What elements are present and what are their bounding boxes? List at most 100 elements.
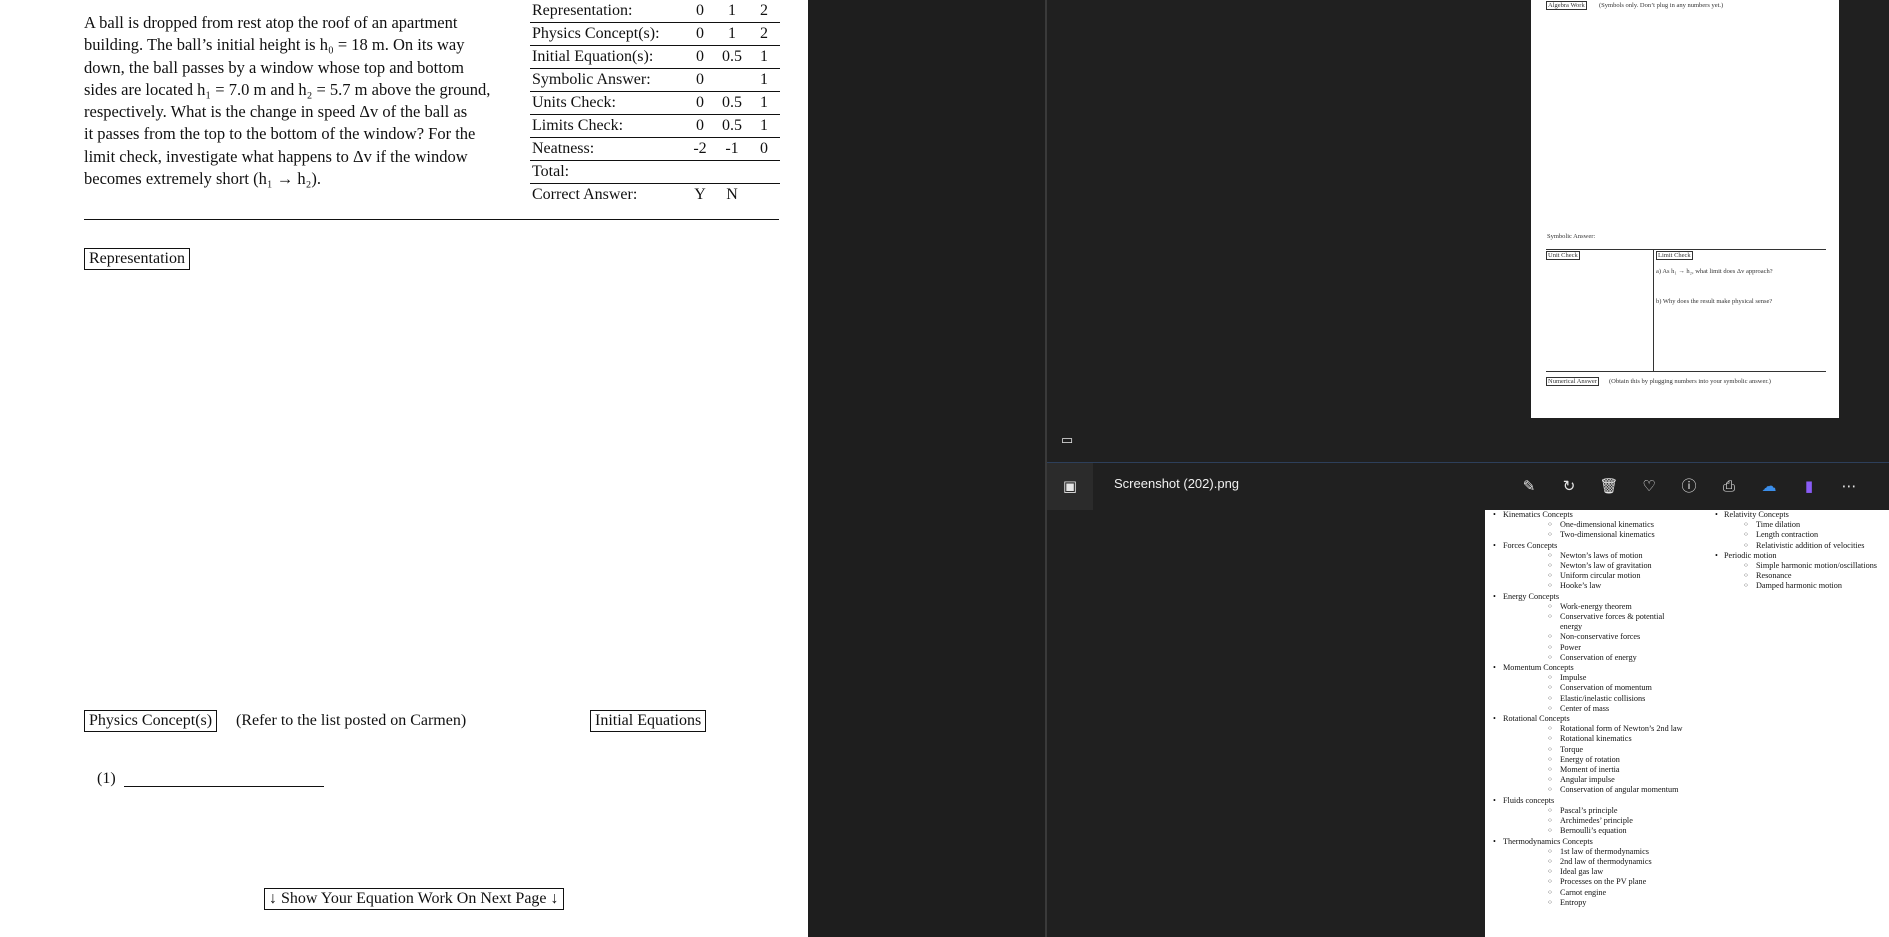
- rubric-score: 0.5: [716, 114, 748, 138]
- onedrive-icon[interactable]: ☁: [1758, 475, 1780, 497]
- concepts-column-1: Kinematics ConceptsOne-dimensional kinem…: [1485, 510, 1685, 908]
- concept-category: Rotational Concepts: [1485, 714, 1685, 724]
- rule: [1546, 249, 1826, 250]
- file-name: Screenshot (202).png: [1114, 476, 1240, 491]
- concept-category: Momentum Concepts: [1485, 663, 1685, 673]
- concept-item: Newton’s laws of motion: [1485, 551, 1685, 561]
- concept-blank-label: (1): [97, 770, 116, 787]
- rubric-score: 0: [684, 45, 716, 69]
- limit-check-box: Limit Check: [1656, 251, 1693, 260]
- filmstrip-icon[interactable]: ▭: [1056, 430, 1078, 452]
- rotate-icon[interactable]: ↻: [1558, 475, 1580, 497]
- concept-category: Forces Concepts: [1485, 541, 1685, 551]
- concept-item: Relativistic addition of velocities: [1713, 541, 1889, 551]
- photos-app-icon: ▣: [1062, 477, 1078, 495]
- rubric-row: Correct Answer: Y N: [530, 184, 780, 207]
- rubric-row: Limits Check: 0 0.5 1: [530, 114, 780, 138]
- concept-category: Relativity Concepts: [1713, 510, 1889, 520]
- problem-line: down, the ball passes by a window whose …: [84, 57, 464, 77]
- concept-item: Non-conservative forces: [1485, 632, 1685, 642]
- physics-concepts-box: Physics Concept(s): [84, 710, 218, 732]
- concept-item: Uniform circular motion: [1485, 571, 1685, 581]
- concept-category: Thermodynamics Concepts: [1485, 837, 1685, 847]
- rubric-row: Neatness: -2 -1 0: [530, 137, 780, 161]
- concept-item: Newton’s law of gravitation: [1485, 561, 1685, 571]
- rubric-label: Symbolic Answer:: [530, 68, 684, 92]
- more-icon[interactable]: ⋯: [1838, 475, 1860, 497]
- problem-line: building. The ball’s initial height is h…: [84, 35, 465, 55]
- rubric-row: Units Check: 0 0.5 1: [530, 91, 780, 115]
- concept-category: Kinematics Concepts: [1485, 510, 1685, 520]
- rubric-score: 1: [748, 114, 780, 138]
- rubric-label: Representation:: [530, 0, 684, 23]
- rubric-row: Initial Equation(s): 0 0.5 1: [530, 45, 780, 69]
- rubric-score: 1: [748, 68, 780, 92]
- rubric-score: 0.5: [716, 91, 748, 115]
- concept-item: 2nd law of thermodynamics: [1485, 857, 1685, 867]
- rubric-score: [684, 160, 716, 184]
- concept-item: Damped harmonic motion: [1713, 581, 1889, 591]
- concept-item: Two-dimensional kinematics: [1485, 530, 1685, 540]
- rubric-score: 2: [748, 0, 780, 23]
- concept-item: Angular impulse: [1485, 775, 1685, 785]
- rubric-score: 0: [748, 137, 780, 161]
- concept-item: Archimedes’ principle: [1485, 816, 1685, 826]
- concept-item: Conservation of momentum: [1485, 683, 1685, 693]
- rubric-score: 0: [684, 68, 716, 92]
- problem-line: limit check, investigate what happens to…: [84, 146, 468, 166]
- problem-statement: A ball is dropped from rest atop the roo…: [84, 12, 526, 190]
- rubric-label: Initial Equation(s):: [530, 45, 684, 69]
- concept-item: Length contraction: [1713, 530, 1889, 540]
- concept-item: Moment of inertia: [1485, 765, 1685, 775]
- rubric-row: Total:: [530, 160, 780, 184]
- grading-rubric: Representation: 0 1 2 Physics Concept(s): 0 1 2…: [530, 0, 780, 206]
- concept-item: Impulse: [1485, 673, 1685, 683]
- initial-equations-box: Initial Equations: [590, 710, 707, 732]
- rubric-label: Physics Concept(s):: [530, 22, 684, 46]
- concept-category: Periodic motion: [1713, 551, 1889, 561]
- rule: [1653, 249, 1654, 371]
- clipchamp-icon[interactable]: ▮: [1798, 475, 1820, 497]
- symbolic-answer-label: Symbolic Answer:: [1547, 233, 1596, 240]
- rubric-label: Limits Check:: [530, 114, 684, 138]
- rule: [1546, 371, 1826, 372]
- divider: [84, 219, 779, 220]
- concept-item: Hooke’s law: [1485, 581, 1685, 591]
- favorite-icon[interactable]: ♡: [1638, 475, 1660, 497]
- concept-category: Fluids concepts: [1485, 796, 1685, 806]
- rubric-score: 0: [684, 91, 716, 115]
- concept-item: Torque: [1485, 745, 1685, 755]
- concept-item: One-dimensional kinematics: [1485, 520, 1685, 530]
- delete-icon[interactable]: 🗑: [1598, 475, 1620, 497]
- rubric-score: 1: [748, 45, 780, 69]
- concept-category: Energy Concepts: [1485, 592, 1685, 602]
- rubric-score: -1: [716, 137, 748, 161]
- rubric-score: 2: [748, 22, 780, 46]
- rubric-score: [716, 68, 748, 92]
- unit-check-box: Unit Check: [1546, 251, 1580, 260]
- concept-item: Time dilation: [1713, 520, 1889, 530]
- concept-item: Processes on the PV plane: [1485, 877, 1685, 887]
- rubric-score: N: [726, 186, 738, 203]
- print-icon[interactable]: ⎙: [1718, 475, 1740, 497]
- rubric-score: 0: [684, 114, 716, 138]
- concepts-column-2: Relativity ConceptsTime dilationLength c…: [1713, 510, 1889, 592]
- info-icon[interactable]: ⓘ: [1678, 475, 1700, 497]
- rubric-row: Representation: 0 1 2: [530, 0, 780, 23]
- concept-item: Entropy: [1485, 898, 1685, 908]
- concept-item: Simple harmonic motion/oscillations: [1713, 561, 1889, 571]
- rubric-score: 0: [684, 0, 716, 23]
- rubric-score: [716, 160, 748, 184]
- limit-question-b: b) Why does the result make physical sen…: [1656, 298, 1773, 305]
- rubric-score: 0: [684, 22, 716, 46]
- concept-item: Rotational form of Newton’s 2nd law: [1485, 724, 1685, 734]
- problem-line: it passes from the top to the bottom of …: [84, 124, 476, 144]
- problem-line: becomes extremely short (h₁ → h₂).: [84, 169, 321, 189]
- rubric-score: 0.5: [716, 45, 748, 69]
- edit-icon[interactable]: ✎: [1518, 475, 1540, 497]
- numerical-note: (Obtain this by plugging numbers into yo…: [1609, 378, 1771, 385]
- problem-line: respectively. What is the change in spee…: [84, 102, 468, 122]
- photos-app-button[interactable]: ▣: [1047, 463, 1093, 510]
- concept-item: Ideal gas law: [1485, 867, 1685, 877]
- concept-item: Bernoulli’s equation: [1485, 826, 1685, 836]
